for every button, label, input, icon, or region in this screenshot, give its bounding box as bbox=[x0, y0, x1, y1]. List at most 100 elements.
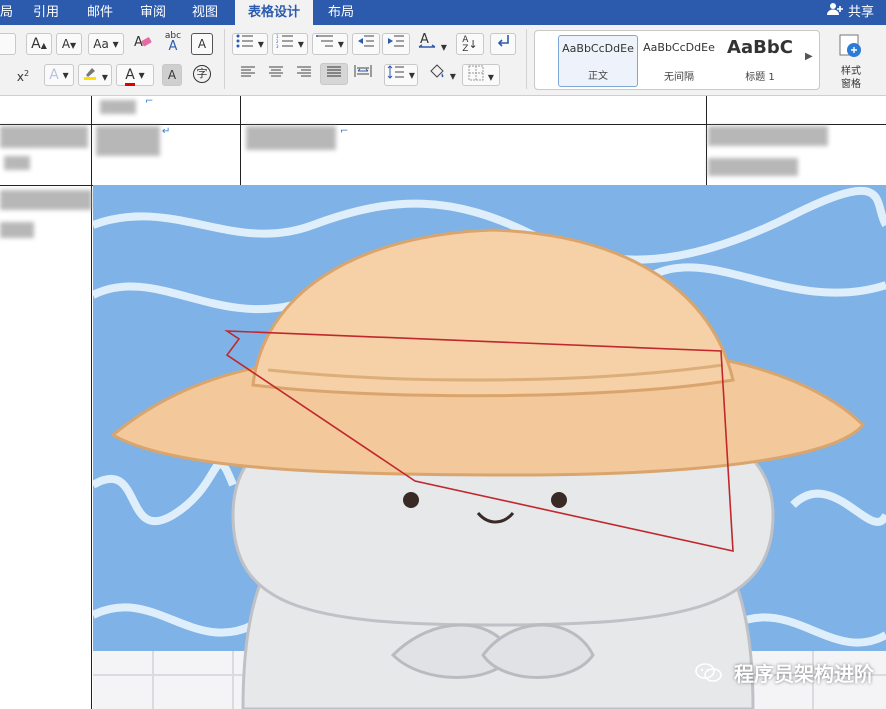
character-shading-icon: A bbox=[167, 68, 177, 82]
style-label: 正文 bbox=[588, 71, 608, 82]
paint-bucket-icon bbox=[428, 64, 446, 83]
redacted-text bbox=[708, 126, 828, 146]
paragraph-mark-icon bbox=[496, 35, 510, 51]
ribbon-divider bbox=[526, 29, 527, 89]
style-no-spacing[interactable]: AaBbCcDdEe 无间隔 bbox=[639, 35, 719, 87]
embedded-illustration[interactable]: 程序员架构进阶 bbox=[93, 185, 886, 709]
watermark-text: 程序员架构进阶 bbox=[734, 662, 874, 686]
styles-gallery: AaBbCcDdEe 正文 AaBbCcDdEe 无间隔 AaBbC 标题 1 … bbox=[534, 30, 820, 90]
menu-view[interactable]: 视图 bbox=[192, 0, 218, 25]
illustration-art bbox=[93, 186, 886, 709]
bullets-button[interactable]: ▾ bbox=[232, 33, 268, 55]
distributed-align-button[interactable] bbox=[350, 64, 376, 86]
multilevel-list-button[interactable]: ▾ bbox=[312, 33, 348, 55]
add-person-icon bbox=[826, 0, 844, 25]
character-shading-button[interactable]: A bbox=[162, 64, 182, 86]
line-spacing-button[interactable]: ▾ bbox=[384, 64, 418, 86]
table-column-border bbox=[91, 96, 92, 709]
numbering-button[interactable]: 123 ▾ bbox=[272, 33, 308, 55]
multilevel-list-icon bbox=[316, 35, 334, 51]
style-label: 无间隔 bbox=[664, 72, 694, 83]
grow-font-icon: A bbox=[31, 36, 41, 52]
ribbon-toolbar: A▲ A▼ Aa ▾ A abc A A x2 A ▾ ▾ A ▾ A 字 ▾ … bbox=[0, 25, 886, 96]
superscript-button[interactable]: x2 bbox=[12, 64, 34, 86]
shading-button[interactable]: ▾ bbox=[424, 62, 460, 84]
character-border-button[interactable]: A bbox=[191, 33, 213, 55]
table-column-border bbox=[706, 96, 707, 185]
align-center-icon bbox=[268, 66, 284, 81]
share-label: 共享 bbox=[847, 5, 874, 20]
align-left-button[interactable] bbox=[234, 64, 262, 86]
table-column-border bbox=[240, 96, 241, 185]
redacted-text bbox=[4, 156, 30, 170]
numbered-list-icon: 123 bbox=[276, 34, 294, 51]
font-size-dropdown-partial[interactable] bbox=[0, 33, 16, 55]
menu-mailings[interactable]: 邮件 bbox=[87, 0, 113, 25]
redacted-text bbox=[0, 222, 34, 238]
redacted-text bbox=[246, 126, 336, 150]
align-center-button[interactable] bbox=[262, 64, 290, 86]
style-normal[interactable]: AaBbCcDdEe 正文 bbox=[558, 35, 638, 87]
phonetic-guide-button[interactable]: abc A bbox=[160, 31, 186, 53]
text-effects-icon: A bbox=[49, 67, 59, 83]
align-right-icon bbox=[296, 66, 312, 81]
change-case-button[interactable]: Aa ▾ bbox=[88, 33, 124, 55]
redacted-text bbox=[708, 158, 798, 176]
phonetic-guide-bottom: A bbox=[168, 39, 178, 54]
menu-partial-item[interactable]: 局 bbox=[0, 0, 14, 25]
menu-table-design[interactable]: 表格设计 bbox=[235, 0, 313, 25]
svg-text:A: A bbox=[134, 35, 143, 50]
decrease-indent-icon bbox=[357, 35, 375, 51]
asian-layout-button[interactable]: A ▾ bbox=[414, 31, 450, 54]
redacted-text bbox=[0, 126, 88, 148]
styles-pane-icon bbox=[826, 33, 876, 63]
font-color-icon: A bbox=[125, 67, 135, 86]
document-canvas[interactable]: ⌐ ↵ ⌐ 程序员架构进阶 bbox=[0, 96, 886, 709]
menu-bar: 局 引用 邮件 审阅 视图 表格设计 布局 共享 bbox=[0, 0, 886, 25]
table-row-border bbox=[0, 185, 93, 186]
bullet-list-icon bbox=[236, 34, 254, 51]
grow-font-button[interactable]: A▲ bbox=[26, 33, 52, 55]
menu-layout[interactable]: 布局 bbox=[328, 0, 354, 25]
style-preview: AaBbC bbox=[727, 37, 793, 58]
justify-icon bbox=[326, 66, 342, 81]
borders-button[interactable]: ▾ bbox=[462, 64, 500, 86]
distributed-align-icon bbox=[354, 65, 372, 81]
decrease-indent-button[interactable] bbox=[352, 33, 380, 55]
text-effects-button[interactable]: A ▾ bbox=[44, 64, 74, 86]
font-color-button[interactable]: A ▾ bbox=[116, 64, 154, 86]
style-preview: AaBbCcDdEe bbox=[643, 41, 715, 54]
styles-pane-label-line2: 窗格 bbox=[841, 79, 861, 90]
redacted-text bbox=[96, 126, 160, 156]
align-right-button[interactable] bbox=[290, 64, 318, 86]
styles-scroll-right-icon[interactable]: ▶ bbox=[805, 51, 813, 62]
justify-button[interactable] bbox=[320, 63, 348, 85]
wechat-watermark: 程序员架构进阶 bbox=[695, 658, 874, 689]
borders-icon bbox=[468, 65, 484, 84]
style-preview: AaBbCcDdEe bbox=[562, 42, 634, 55]
show-paragraph-marks-button[interactable] bbox=[490, 33, 516, 55]
clear-formatting-button[interactable]: A bbox=[130, 33, 156, 55]
enclose-characters-icon: 字 bbox=[193, 65, 211, 83]
highlighter-icon bbox=[82, 68, 102, 84]
styles-pane-label-line1: 样式 bbox=[841, 66, 861, 77]
shrink-font-icon: A bbox=[61, 37, 71, 51]
redacted-text bbox=[0, 190, 92, 210]
shrink-font-button[interactable]: A▼ bbox=[56, 33, 82, 55]
enclose-characters-button[interactable]: 字 bbox=[190, 63, 214, 85]
superscript-icon: x2 bbox=[16, 69, 30, 84]
eraser-icon: A bbox=[133, 35, 153, 54]
share-button[interactable]: 共享 bbox=[826, 0, 874, 25]
styles-pane-button[interactable]: 样式 窗格 bbox=[826, 29, 876, 93]
menu-review[interactable]: 审阅 bbox=[140, 0, 166, 25]
menu-references[interactable]: 引用 bbox=[33, 0, 59, 25]
sort-button[interactable]: A Z↓ bbox=[456, 33, 484, 55]
end-of-cell-mark: ⌐ bbox=[145, 96, 154, 107]
highlight-color-button[interactable]: ▾ bbox=[78, 64, 112, 86]
style-heading-1[interactable]: AaBbC 标题 1 bbox=[720, 35, 800, 87]
character-border-icon: A bbox=[197, 37, 207, 51]
increase-indent-button[interactable] bbox=[382, 33, 410, 55]
ribbon-divider bbox=[224, 29, 225, 89]
align-left-icon bbox=[240, 66, 256, 81]
line-spacing-icon bbox=[387, 65, 405, 82]
